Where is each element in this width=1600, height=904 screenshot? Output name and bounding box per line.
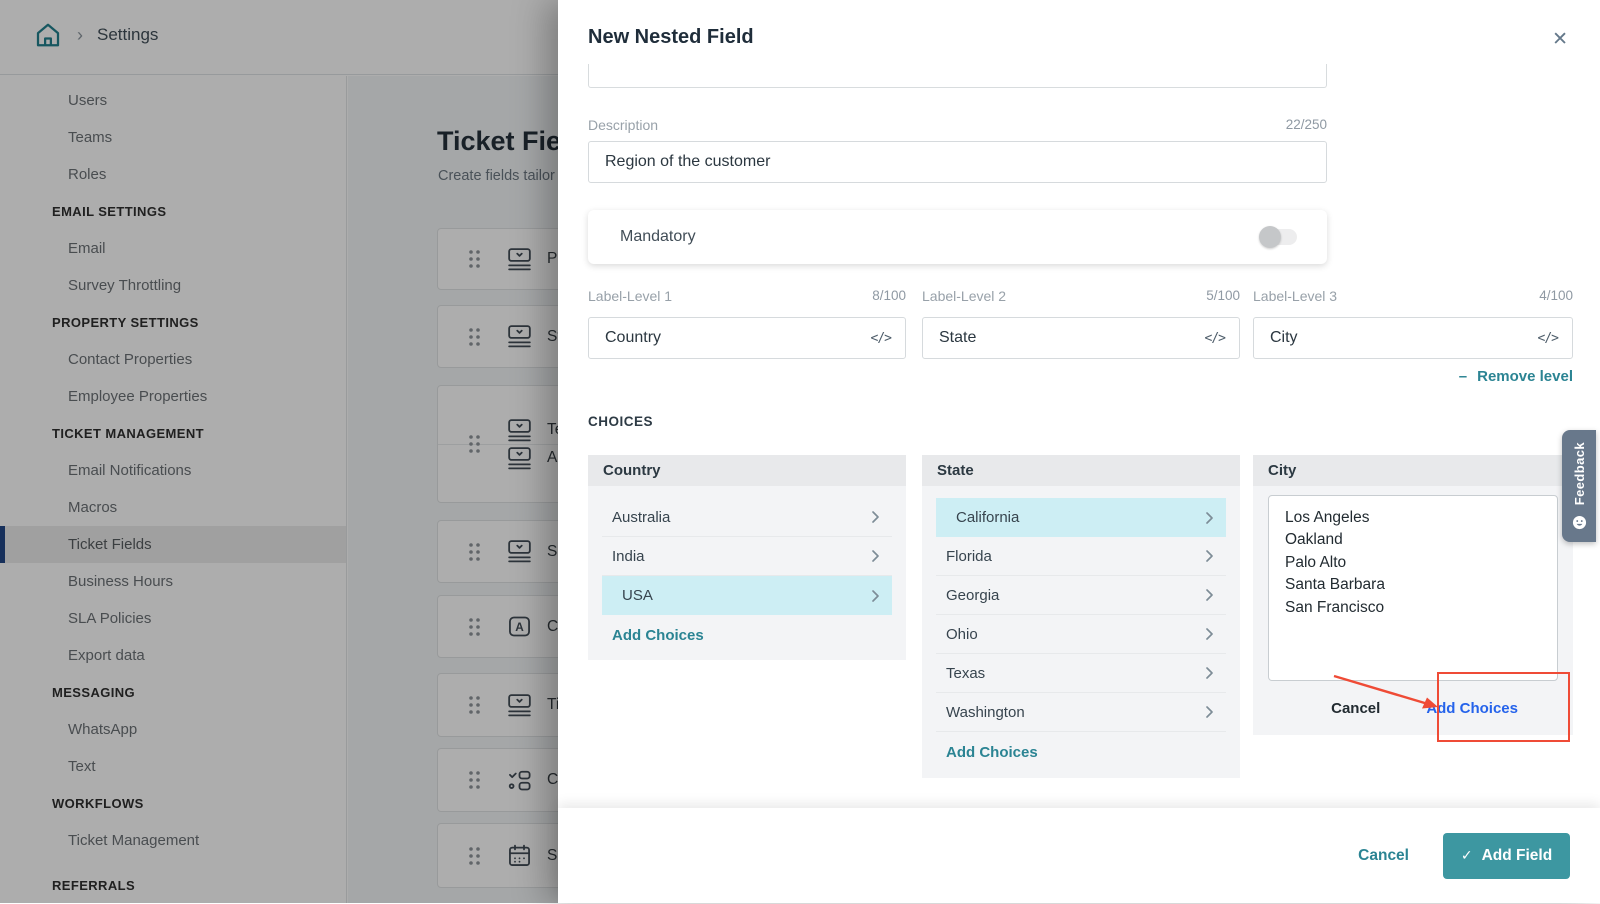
cancel-button[interactable]: Cancel xyxy=(1358,847,1409,865)
choice-label: USA xyxy=(622,587,653,604)
city-line: San Francisco xyxy=(1285,597,1541,619)
mandatory-toggle[interactable] xyxy=(1259,226,1297,248)
choice-label: Florida xyxy=(946,548,992,565)
choice-label: California xyxy=(956,509,1019,526)
city-line: Oakland xyxy=(1285,529,1541,551)
level3-label: Label-Level 3 xyxy=(1253,288,1337,304)
chevron-right-icon xyxy=(1205,549,1214,563)
description-char-counter: 22/250 xyxy=(1286,117,1327,133)
smiley-icon xyxy=(1572,515,1587,530)
choice-item-florida[interactable]: Florida xyxy=(936,537,1226,576)
mandatory-label: Mandatory xyxy=(620,228,696,246)
add-field-button[interactable]: ✓ Add Field xyxy=(1443,833,1570,879)
add-choices-link[interactable]: Add Choices xyxy=(946,744,1038,761)
choice-label: Washington xyxy=(946,704,1025,721)
choice-item-usa[interactable]: USA xyxy=(602,576,892,615)
code-icon[interactable]: </> xyxy=(871,331,891,346)
code-icon[interactable]: </> xyxy=(1538,331,1558,346)
name-field-partial[interactable] xyxy=(588,64,1327,88)
level2-label: Label-Level 2 xyxy=(922,288,1006,304)
choice-label: India xyxy=(612,548,645,565)
choice-item-california[interactable]: California xyxy=(936,498,1226,537)
chevron-right-icon xyxy=(871,510,880,524)
choices-column-city: City Los Angeles Oakland Palo Alto Santa… xyxy=(1253,455,1573,735)
choice-item-australia[interactable]: Australia xyxy=(602,498,892,537)
chevron-right-icon xyxy=(1205,705,1214,719)
level2-char-counter: 5/100 xyxy=(1206,288,1240,304)
description-label: Description xyxy=(588,117,658,133)
level3-input[interactable]: City </> xyxy=(1253,317,1573,359)
modal-footer: Cancel ✓ Add Field xyxy=(558,808,1600,903)
description-input[interactable]: Region of the customer xyxy=(588,141,1327,183)
chevron-right-icon xyxy=(1205,511,1214,525)
city-line: Santa Barbara xyxy=(1285,574,1541,596)
column-title: State xyxy=(922,455,1240,486)
choice-item-georgia[interactable]: Georgia xyxy=(936,576,1226,615)
chevron-right-icon xyxy=(871,549,880,563)
chevron-right-icon xyxy=(1205,588,1214,602)
modal-title: New Nested Field xyxy=(588,26,754,49)
new-nested-field-modal: New Nested Field ✕ Description 22/250 Re… xyxy=(558,0,1600,903)
add-field-label: Add Field xyxy=(1482,847,1553,865)
level3-value: City xyxy=(1270,329,1298,347)
choice-item-india[interactable]: India xyxy=(602,537,892,576)
level3-char-counter: 4/100 xyxy=(1539,288,1573,304)
city-cancel-button[interactable]: Cancel xyxy=(1331,700,1380,717)
close-icon[interactable]: ✕ xyxy=(1552,28,1568,51)
level1-char-counter: 8/100 xyxy=(872,288,906,304)
remove-level-link[interactable]: – Remove level xyxy=(1459,368,1573,385)
choices-column-state: State California Florida Georgia Ohio Te… xyxy=(922,455,1240,778)
city-add-choices-button[interactable]: Add Choices xyxy=(1426,700,1518,717)
level1-value: Country xyxy=(605,329,661,347)
chevron-right-icon xyxy=(1205,627,1214,641)
choice-label: Australia xyxy=(612,509,670,526)
level1-label: Label-Level 1 xyxy=(588,288,672,304)
remove-level-label: Remove level xyxy=(1477,368,1573,385)
level2-input[interactable]: State </> xyxy=(922,317,1240,359)
chevron-right-icon xyxy=(1205,666,1214,680)
column-title: Country xyxy=(588,455,906,486)
choice-label: Ohio xyxy=(946,626,978,643)
check-icon: ✓ xyxy=(1461,847,1473,864)
add-choices-link[interactable]: Add Choices xyxy=(612,627,704,644)
level2-value: State xyxy=(939,329,976,347)
column-title: City xyxy=(1253,455,1573,486)
choice-item-ohio[interactable]: Ohio xyxy=(936,615,1226,654)
choice-label: Georgia xyxy=(946,587,999,604)
chevron-right-icon xyxy=(871,589,880,603)
city-choices-editor[interactable]: Los Angeles Oakland Palo Alto Santa Barb… xyxy=(1268,495,1558,681)
level1-input[interactable]: Country </> xyxy=(588,317,906,359)
mandatory-card: Mandatory xyxy=(588,210,1327,264)
city-line: Palo Alto xyxy=(1285,552,1541,574)
choice-item-texas[interactable]: Texas xyxy=(936,654,1226,693)
choices-heading: CHOICES xyxy=(588,414,653,429)
choices-column-country: Country Australia India USA Add Choices xyxy=(588,455,906,660)
city-line: Los Angeles xyxy=(1285,507,1541,529)
code-icon[interactable]: </> xyxy=(1205,331,1225,346)
choice-item-washington[interactable]: Washington xyxy=(936,693,1226,732)
choice-label: Texas xyxy=(946,665,985,682)
description-value: Region of the customer xyxy=(605,153,770,171)
feedback-tab[interactable]: Feedback xyxy=(1562,430,1596,542)
feedback-label: Feedback xyxy=(1572,442,1587,505)
minus-icon: – xyxy=(1459,368,1467,385)
